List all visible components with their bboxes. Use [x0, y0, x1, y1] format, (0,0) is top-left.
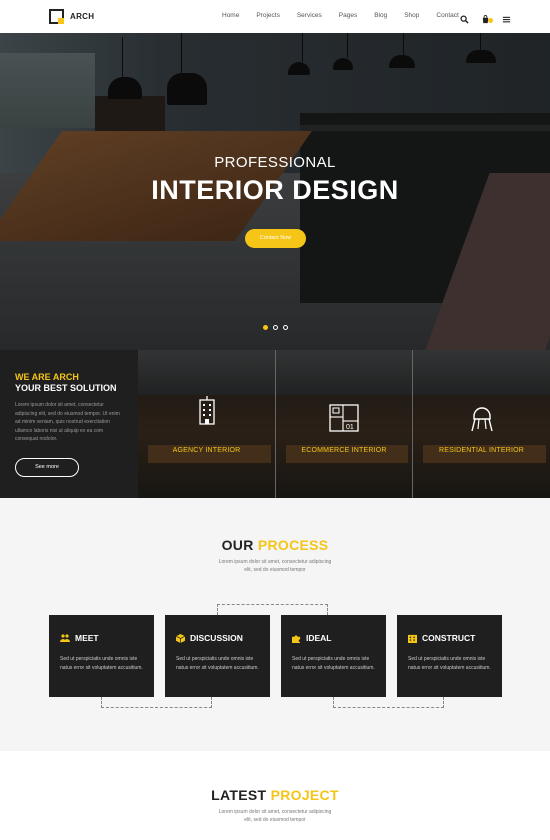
- latest-title: LATEST PROJECT: [0, 787, 550, 803]
- card-head: DISCUSSION: [176, 633, 243, 643]
- nav-item-home[interactable]: Home: [222, 12, 239, 19]
- card-text: Sed ut perspiciatis unde omnis iste natu…: [60, 656, 143, 671]
- nav-item-projects[interactable]: Projects: [256, 12, 279, 19]
- page: ARCH Home Projects Services Pages Blog S…: [0, 0, 550, 840]
- latest-project-section: LATEST PROJECT Lorem ipsum dolor sit ame…: [0, 751, 550, 840]
- connector-top: [217, 604, 328, 615]
- card-title: MEET: [75, 633, 99, 643]
- logo-text: ARCH: [70, 12, 95, 21]
- process-title-a: OUR: [221, 537, 254, 553]
- search-icon[interactable]: [460, 11, 469, 24]
- process-card-construct: CONSTRUCT Sed ut perspiciatis unde omnis…: [397, 615, 502, 697]
- building-icon: [408, 634, 417, 643]
- card-head: IDEAL: [292, 633, 332, 643]
- header-icons: [460, 11, 511, 24]
- chair-icon: [470, 402, 494, 432]
- hero-slider: PROFESSIONAL INTERIOR DESIGN Contact Now: [0, 33, 550, 350]
- process-card-meet: MEET Sed ut perspiciatis unde omnis iste…: [49, 615, 154, 697]
- process-subtitle-2: elit, sed do eiusmod tempor: [244, 567, 306, 573]
- hero-title: INTERIOR DESIGN: [151, 175, 399, 205]
- card-text: Sed ut perspiciatis unde omnis iste natu…: [176, 656, 259, 671]
- service-label: ECOMMERCE INTERIOR: [301, 447, 387, 454]
- service-tile-ecommerce[interactable]: 01 ECOMMERCE INTERIOR: [276, 350, 412, 498]
- cart-icon[interactable]: [481, 11, 493, 24]
- about-text: Lorem ipsum dolor sit amet, consectetur …: [15, 402, 120, 443]
- tile-divider: [412, 350, 413, 498]
- about-panel: WE ARE ARCH YOUR BEST SOLUTION Lorem ips…: [0, 350, 138, 498]
- about-title: YOUR BEST SOLUTION: [15, 383, 117, 393]
- service-tile-residential[interactable]: RESIDENTIAL INTERIOR: [413, 350, 550, 498]
- about-eyebrow: WE ARE ARCH: [15, 372, 79, 382]
- menu-icon[interactable]: [502, 11, 511, 23]
- box-icon: [176, 633, 185, 643]
- nav-item-blog[interactable]: Blog: [374, 12, 387, 19]
- hero-subtitle: PROFESSIONAL: [214, 154, 336, 171]
- people-icon: [60, 634, 70, 642]
- process-section: OUR PROCESS Lorem ipsum dolor sit amet, …: [0, 498, 550, 751]
- site-header: ARCH Home Projects Services Pages Blog S…: [0, 0, 550, 33]
- process-title: OUR PROCESS: [0, 537, 550, 553]
- logo-mark-icon: [49, 9, 64, 24]
- service-label: AGENCY INTERIOR: [172, 447, 241, 454]
- connector-bottom-right: [333, 697, 444, 708]
- cart-badge: [488, 18, 493, 23]
- card-text: Sed ut perspiciatis unde omnis iste natu…: [292, 656, 375, 671]
- process-card-ideal: IDEAL Sed ut perspiciatis unde omnis ist…: [281, 615, 386, 697]
- svg-text:01: 01: [346, 424, 354, 431]
- slider-dot-3[interactable]: [283, 325, 288, 330]
- slider-dot-1[interactable]: [263, 325, 268, 330]
- slider-dot-2[interactable]: [273, 325, 278, 330]
- contact-now-button[interactable]: Contact Now: [245, 229, 306, 248]
- main-nav: Home Projects Services Pages Blog Shop C…: [222, 12, 459, 19]
- service-label: RESIDENTIAL INTERIOR: [438, 447, 525, 454]
- puzzle-icon: [292, 634, 301, 643]
- building-icon: [196, 396, 218, 426]
- service-tile-agency[interactable]: AGENCY INTERIOR: [138, 350, 275, 498]
- card-text: Sed ut perspiciatis unde omnis iste natu…: [408, 656, 491, 671]
- card-head: MEET: [60, 633, 99, 643]
- card-title: IDEAL: [306, 633, 332, 643]
- slider-dots: [263, 325, 288, 330]
- logo[interactable]: ARCH: [49, 9, 94, 24]
- latest-title-a: LATEST: [211, 787, 267, 803]
- card-title: CONSTRUCT: [422, 633, 476, 643]
- card-title: DISCUSSION: [190, 633, 243, 643]
- latest-subtitle-2: elit, sed do eiusmod tempor: [244, 817, 306, 823]
- process-title-b: PROCESS: [257, 537, 329, 553]
- nav-item-pages[interactable]: Pages: [339, 12, 357, 19]
- card-head: CONSTRUCT: [408, 633, 475, 643]
- nav-item-contact[interactable]: Contact: [436, 12, 458, 19]
- process-card-discussion: DISCUSSION Sed ut perspiciatis unde omni…: [165, 615, 270, 697]
- connector-bottom-left: [101, 697, 212, 708]
- floorplan-icon: 01: [329, 404, 359, 434]
- nav-item-shop[interactable]: Shop: [404, 12, 419, 19]
- see-more-button[interactable]: See more: [15, 458, 79, 477]
- nav-item-services[interactable]: Services: [297, 12, 322, 19]
- latest-title-b: PROJECT: [270, 787, 339, 803]
- tile-divider: [275, 350, 276, 498]
